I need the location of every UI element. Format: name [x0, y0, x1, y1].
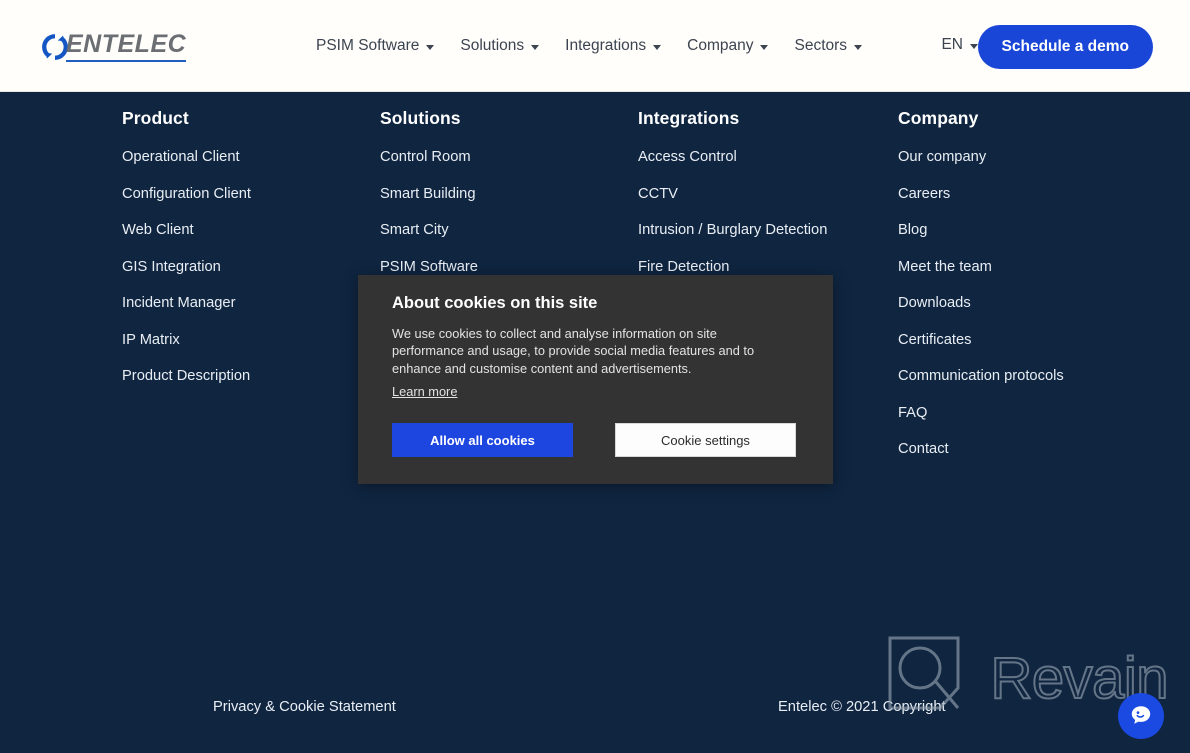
chevron-down-icon [426, 44, 435, 50]
footer-link-meet-the-team[interactable]: Meet the team [898, 259, 1148, 275]
privacy-cookie-statement-link[interactable]: Privacy & Cookie Statement [213, 699, 396, 715]
footer-column-title: Solutions [380, 108, 461, 128]
schedule-demo-button[interactable]: Schedule a demo [977, 25, 1153, 69]
nav-item-company[interactable]: Company [687, 37, 769, 55]
chevron-down-icon [854, 44, 863, 50]
footer-link-intrusion-burglary-detection[interactable]: Intrusion / Burglary Detection [638, 222, 898, 238]
footer-column-title: Company [898, 108, 979, 128]
footer-link-product-description[interactable]: Product Description [122, 368, 380, 384]
cookie-dialog-body: We use cookies to collect and analyse in… [392, 326, 755, 376]
footer-link-careers[interactable]: Careers [898, 186, 1148, 202]
footer-link-certificates[interactable]: Certificates [898, 332, 1148, 348]
footer-link-psim-software[interactable]: PSIM Software [380, 259, 638, 275]
nav-item-sectors[interactable]: Sectors [794, 37, 863, 55]
footer-link-downloads[interactable]: Downloads [898, 295, 1148, 311]
footer-link-fire-detection[interactable]: Fire Detection [638, 259, 898, 275]
footer-link-incident-manager[interactable]: Incident Manager [122, 295, 380, 311]
chevron-down-icon [760, 44, 769, 50]
footer-link-cctv[interactable]: CCTV [638, 186, 898, 202]
footer-link-faq[interactable]: FAQ [898, 405, 1148, 421]
chevron-down-icon [531, 44, 540, 50]
nav-label: Sectors [794, 37, 848, 54]
chevron-down-icon [970, 43, 978, 49]
nav-item-psim-software[interactable]: PSIM Software [316, 37, 435, 55]
footer-link-configuration-client[interactable]: Configuration Client [122, 186, 380, 202]
footer-column-company: Company Our company Careers Blog Meet th… [898, 108, 1148, 478]
chat-widget-button[interactable] [1118, 693, 1164, 739]
chat-bubble-icon [1128, 702, 1154, 731]
nav-label: Company [687, 37, 754, 54]
footer-link-our-company[interactable]: Our company [898, 149, 1148, 165]
cookie-dialog-title: About cookies on this site [392, 294, 598, 312]
footer-link-communication-protocols[interactable]: Communication protocols [898, 368, 1148, 384]
footer-column-title: Integrations [638, 108, 740, 128]
footer-column-product: Product Operational Client Configuration… [122, 108, 380, 478]
logo-underline [66, 60, 187, 62]
nav-label: Solutions [460, 37, 525, 54]
site-header: ENTELEC PSIM Software Solutions Integrat… [0, 0, 1190, 92]
nav-label: Integrations [565, 37, 647, 54]
footer-bottom-bar: Privacy & Cookie Statement Entelec © 202… [0, 699, 1190, 721]
footer-link-smart-city[interactable]: Smart City [380, 222, 638, 238]
footer-link-control-room[interactable]: Control Room [380, 149, 638, 165]
footer-link-ip-matrix[interactable]: IP Matrix [122, 332, 380, 348]
footer-link-web-client[interactable]: Web Client [122, 222, 380, 238]
language-label: EN [941, 36, 963, 53]
nav-item-integrations[interactable]: Integrations [565, 37, 662, 55]
allow-all-cookies-button[interactable]: Allow all cookies [392, 423, 573, 457]
site-logo[interactable]: ENTELEC [40, 28, 187, 66]
footer-column-title: Product [122, 108, 189, 128]
footer-link-blog[interactable]: Blog [898, 222, 1148, 238]
cookie-consent-dialog: About cookies on this site We use cookie… [358, 275, 833, 484]
footer-link-smart-building[interactable]: Smart Building [380, 186, 638, 202]
cookie-settings-button[interactable]: Cookie settings [615, 423, 796, 457]
footer-link-gis-integration[interactable]: GIS Integration [122, 259, 380, 275]
main-navigation: PSIM Software Solutions Integrations Com… [316, 0, 863, 92]
cookie-learn-more-link[interactable]: Learn more [392, 384, 457, 399]
cookie-dialog-actions: Allow all cookies Cookie settings [392, 423, 796, 457]
chevron-down-icon [653, 44, 662, 50]
footer-link-access-control[interactable]: Access Control [638, 149, 898, 165]
language-selector[interactable]: EN [941, 36, 978, 54]
logo-wordmark: ENTELEC [66, 30, 187, 62]
nav-item-solutions[interactable]: Solutions [460, 37, 540, 55]
logo-text: ENTELEC [66, 30, 187, 58]
nav-label: PSIM Software [316, 37, 420, 54]
copyright-text: Entelec © 2021 Copyright [778, 699, 946, 715]
footer-link-operational-client[interactable]: Operational Client [122, 149, 380, 165]
footer-link-contact[interactable]: Contact [898, 441, 1148, 457]
